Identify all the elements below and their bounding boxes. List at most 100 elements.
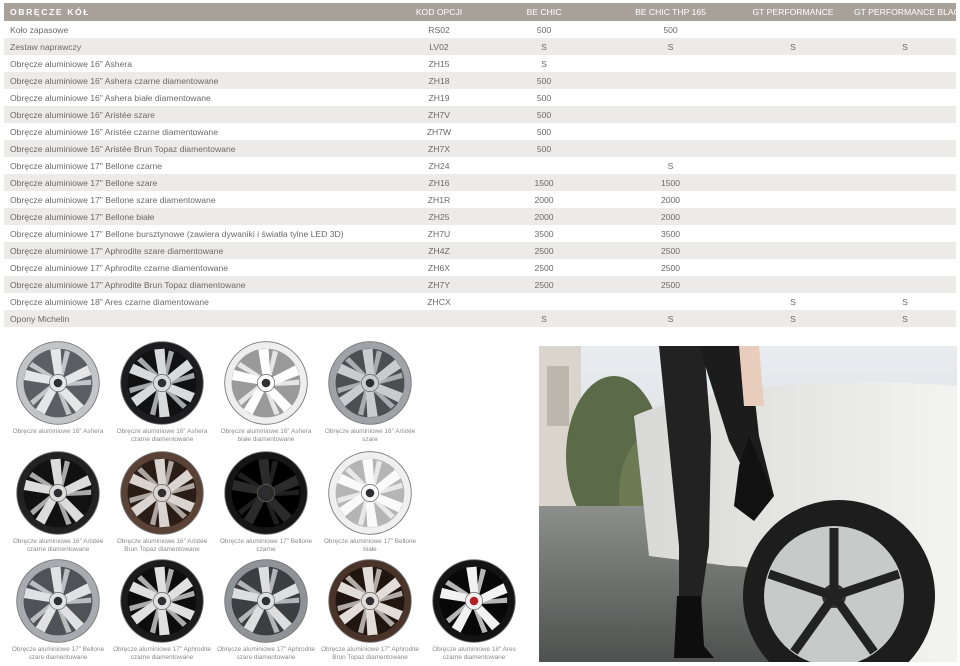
cell-be-chic: 500 — [536, 92, 552, 103]
cell-gt-performance — [732, 72, 854, 89]
table-row: Obręcze aluminiowe 17" Bellone szare dia… — [4, 191, 956, 208]
header-option-code: KOD OPCJI — [399, 3, 479, 21]
cell-gt-performance-black — [854, 140, 956, 157]
wheel-image — [16, 559, 100, 643]
wheel-image — [224, 451, 308, 535]
cell-be-chic-thp-165: 2500 — [609, 242, 732, 259]
cell-be-chic-thp-165: 1500 — [609, 174, 732, 191]
table-row: Obręcze aluminiowe 16" Aristée Brun Topa… — [4, 140, 956, 157]
cell-be-chic-thp-165: S — [667, 160, 674, 171]
cell-name: Obręcze aluminiowe 16" Aristée szare — [4, 106, 399, 123]
cell-gt-performance — [732, 55, 854, 72]
wheel-caption-line: Obręcze aluminiowe 17" Bellone — [11, 646, 105, 653]
table-row: Obręcze aluminiowe 17" Bellone szare ZH16… — [4, 174, 956, 191]
cell-name: Obręcze aluminiowe 17" Aphrodite czarne … — [10, 262, 229, 273]
wheel-image — [328, 341, 412, 425]
cell-option-code: ZH7X — [399, 140, 479, 157]
cell-gt-performance — [732, 106, 854, 123]
table-row: Obręcze aluminiowe 17" Aphrodite szare d… — [4, 242, 956, 259]
cell-be-chic — [479, 157, 609, 174]
cell-gt-performance — [732, 123, 854, 140]
cell-be-chic-thp-165 — [609, 55, 732, 72]
cell-be-chic-thp-165: S — [609, 310, 732, 327]
cell-gt-performance — [732, 242, 854, 259]
cell-gt-performance-black: S — [902, 296, 908, 307]
cell-option-code: ZHCX — [427, 296, 451, 307]
cell-be-chic-thp-165 — [609, 106, 732, 123]
cell-be-chic-thp-165 — [609, 89, 732, 106]
cell-gt-performance — [732, 140, 854, 157]
wheel-item: Obręcze aluminiowe 17" Aphrodite czarne d… — [110, 558, 214, 662]
wheel-caption-line: czarne diamentowane — [442, 653, 506, 661]
cell-name: Obręcze aluminiowe 16" Ashera — [10, 58, 132, 69]
header-be-chic-thp-165: BE CHIC THP 165 — [609, 3, 732, 21]
wheel-image — [432, 559, 516, 643]
cell-be-chic: 500 — [536, 24, 552, 35]
cell-name: Obręcze aluminiowe 16" Ashera czarne dia… — [4, 72, 399, 89]
cell-gt-performance-black — [854, 157, 956, 174]
table-row: Obręcze aluminiowe 16" Ashera czarne dia… — [4, 72, 956, 89]
wheel-caption: Obręcze aluminiowe 16" Aristée czarne dia… — [6, 538, 110, 554]
wheel-image — [120, 341, 204, 425]
cell-name: Obręcze aluminiowe 16" Aristée Brun Topa… — [4, 140, 399, 157]
table-row: Obręcze aluminiowe 17" Bellone bursztyno… — [4, 225, 956, 242]
cell-gt-performance-black — [854, 72, 956, 89]
cell-gt-performance — [732, 191, 854, 208]
header-wheels: OBRĘCZE KÓŁ — [4, 3, 399, 21]
wheel-caption: Obręcze aluminiowe 16" Ashera białe diame… — [214, 428, 318, 444]
wheel-caption: Obręcze aluminiowe 17" Bellone czarne — [214, 538, 318, 554]
wheel-caption-line: Obręcze aluminiowe 17" Aphrodite — [113, 646, 211, 653]
wheel-item: Obręcze aluminiowe 16" Ashera czarne diam… — [110, 340, 214, 444]
table-row: Zestaw naprawczy LV02 S S S S — [4, 38, 956, 55]
cell-gt-performance-black — [854, 208, 956, 225]
wheel-gallery: Obręcze aluminiowe 16" Ashera Obręcze alu… — [0, 340, 535, 666]
cell-be-chic-thp-165: 2500 — [609, 276, 732, 293]
wheel-caption-line: Obręcze aluminiowe 17" Aphrodite — [217, 646, 315, 653]
wheel-caption-line: Brun Topaz diamentowane — [124, 545, 200, 553]
table-row: Obręcze aluminiowe 17" Bellone czarne ZH2… — [4, 157, 956, 174]
table-row: Obręcze aluminiowe 17" Aphrodite Brun To… — [4, 276, 956, 293]
wheel-caption-line: Obręcze aluminiowe 16" Aristée — [324, 428, 416, 435]
cell-be-chic: 3500 — [534, 228, 554, 239]
wheel-item: Obręcze aluminiowe 17" Aphrodite szare di… — [214, 558, 318, 662]
cell-gt-performance-black — [854, 242, 956, 259]
cell-option-code: ZH24 — [428, 160, 450, 171]
cell-name: Obręcze aluminiowe 18" Ares czarne diame… — [10, 296, 209, 307]
cell-gt-performance-black — [854, 55, 956, 72]
cell-name: Obręcze aluminiowe 17" Aphrodite szare d… — [4, 242, 399, 259]
wheel-caption: Obręcze aluminiowe 17" Aphrodite szare di… — [214, 646, 318, 662]
wheel-caption-line: białe — [363, 545, 377, 553]
cell-name: Obręcze aluminiowe 17" Bellone białe — [4, 208, 399, 225]
wheel-image — [16, 341, 100, 425]
cell-gt-performance-black — [854, 21, 956, 38]
table-row: Obręcze aluminiowe 18" Ares czarne diame… — [4, 293, 956, 310]
cell-be-chic-thp-165: 2000 — [609, 208, 732, 225]
cell-gt-performance-black — [854, 106, 956, 123]
wheel-item: Obręcze aluminiowe 17" Aphrodite Brun Top… — [318, 558, 422, 662]
table-row: Obręcze aluminiowe 17" Bellone białe ZH25… — [4, 208, 956, 225]
cell-name: Koło zapasowe — [10, 24, 69, 35]
wheel-caption-line: szare diamentowane — [236, 653, 296, 661]
cell-be-chic: 500 — [479, 72, 609, 89]
cell-name: Obręcze aluminiowe 17" Bellone szare — [4, 174, 399, 191]
cell-option-code: LV02 — [399, 38, 479, 55]
wheel-caption: Obręcze aluminiowe 16" Aristée Brun Topaz… — [110, 538, 214, 554]
cell-option-code: ZH16 — [399, 174, 479, 191]
header-be-chic: BE CHIC — [479, 3, 609, 21]
cell-be-chic-thp-165 — [609, 293, 732, 310]
wheel-caption-line: szare diamentowane — [28, 653, 88, 661]
wheel-caption-line: Obręcze aluminiowe 16" Ashera — [12, 428, 104, 435]
cell-name: Obręcze aluminiowe 16" Aristée czarne di… — [10, 126, 218, 137]
wheel-caption: Obręcze aluminiowe 17" Bellone białe — [318, 538, 422, 554]
cell-be-chic: 2500 — [479, 242, 609, 259]
table-row: Obręcze aluminiowe 16" Aristée czarne di… — [4, 123, 956, 140]
cell-option-code: ZH1R — [427, 194, 451, 205]
wheel-image — [328, 451, 412, 535]
wheel-caption-line: czarne diamentowane — [130, 435, 194, 443]
cell-gt-performance — [732, 259, 854, 276]
wheel-item: Obręcze aluminiowe 18" Ares czarne diamen… — [422, 558, 526, 662]
cell-be-chic: 1500 — [479, 174, 609, 191]
cell-gt-performance-black — [854, 225, 956, 242]
wheel-caption: Obręcze aluminiowe 16" Ashera czarne diam… — [110, 428, 214, 444]
wheel-caption-line: Brun Topaz diamentowane — [332, 653, 408, 661]
